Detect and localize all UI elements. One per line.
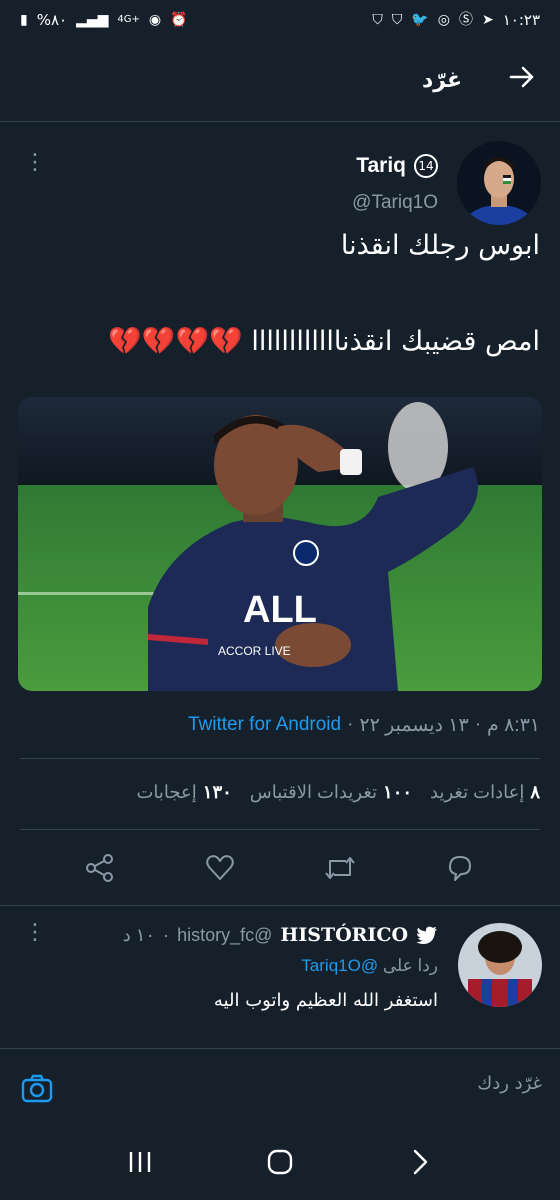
- reply-input[interactable]: غرّد ردك: [477, 1073, 542, 1094]
- reply-button[interactable]: [440, 848, 480, 888]
- more-options-icon[interactable]: ⋮: [24, 152, 46, 174]
- retweet-button[interactable]: [320, 848, 360, 888]
- home-icon: [267, 1149, 293, 1175]
- signal-icon: ▂▄▆: [76, 12, 109, 28]
- quotes-stat[interactable]: ١٠٠تغريدات الاقتباس: [250, 782, 412, 803]
- twitter-bird-icon: [416, 926, 437, 944]
- retweet-icon: [325, 857, 355, 879]
- tweet-meta: ٨:٣١ م · ١٣ ديسمبر ٢٢ · Twitter for Andr…: [188, 714, 540, 737]
- status-time: ١٠:٢٣: [502, 11, 540, 29]
- reply-compose-bar: غرّد ردك: [0, 1048, 560, 1128]
- reply-author-avatar[interactable]: [458, 923, 542, 1007]
- reply-avatar-image: [458, 923, 542, 1007]
- comment-icon: [449, 856, 471, 881]
- app-s-icon: Ⓢ: [458, 12, 473, 28]
- author-avatar[interactable]: [457, 141, 541, 225]
- status-right: ⛉ ⛉ 🐦 ◎ Ⓢ ➤ ١٠:٢٣: [372, 11, 540, 29]
- shield-icon: ⛉: [372, 12, 383, 28]
- badge-icon: 14: [414, 154, 438, 178]
- svg-text:ALL: ALL: [243, 589, 317, 631]
- reply-author-name[interactable]: HISTÓRICO: [280, 924, 408, 946]
- twitter-bird-icon: 🐦: [411, 12, 429, 28]
- status-bar: ▮ %٨٠ ▂▄▆ 4G+ ◉ ⏰ ⛉ ⛉ 🐦 ◎ Ⓢ ➤ ١٠:٢٣: [0, 0, 560, 40]
- likes-stat[interactable]: ١٣٠إعجابات: [136, 782, 231, 803]
- meta-divider: [20, 758, 540, 759]
- replying-mention-link[interactable]: @Tariq1O: [301, 956, 378, 975]
- recents-icon: [129, 1152, 151, 1172]
- recent-apps-button[interactable]: [125, 1147, 155, 1181]
- tweet-source-link[interactable]: Twitter for Android: [188, 714, 341, 737]
- tweet-text-line2: امص قضيبك انقذناااااااااااا 💔💔💔💔: [20, 324, 540, 359]
- actions-divider: [0, 905, 560, 906]
- meta-separator: ·: [347, 714, 354, 735]
- tweet-text-line1: ابوس رجلك انقذنا: [340, 230, 540, 261]
- tweet-media-image[interactable]: ALL ACCOR LIVE: [18, 397, 542, 691]
- chevron-right-icon: [413, 1149, 428, 1175]
- author-handle[interactable]: @Tariq1O: [352, 192, 438, 214]
- reply-header: HISTÓRICO @history_fc · ١٠ د: [123, 924, 438, 946]
- arrow-right-icon: [509, 66, 534, 88]
- tweet-time: ٨:٣١ م: [487, 715, 540, 736]
- battery-icon: ▮: [20, 12, 28, 28]
- svg-text:ACCOR LIVE: ACCOR LIVE: [218, 644, 291, 658]
- alarm-icon: ⏰: [170, 12, 188, 28]
- home-button[interactable]: [265, 1147, 295, 1181]
- heart-icon: [206, 855, 234, 880]
- share-icon: [86, 854, 113, 882]
- status-left: ▮ %٨٠ ▂▄▆ 4G+ ◉ ⏰: [20, 11, 188, 29]
- camera-app-icon: ◎: [437, 12, 450, 28]
- author-name[interactable]: Tariq: [356, 154, 406, 178]
- back-arrow-icon[interactable]: [508, 63, 536, 97]
- header-divider: [0, 121, 560, 122]
- share-button[interactable]: [80, 848, 120, 888]
- reply-more-options-icon[interactable]: ⋮: [24, 922, 46, 944]
- top-app-bar: غرّد: [0, 52, 560, 108]
- media-photo: ALL ACCOR LIVE: [18, 397, 542, 691]
- network-type: 4G+: [117, 14, 140, 25]
- tweet-date: ١٣ ديسمبر ٢٢: [359, 715, 469, 736]
- tweet-text-body: امص قضيبك انقذناااااااااااا: [251, 326, 540, 357]
- reply-time: ١٠ د: [122, 924, 156, 945]
- broken-hearts-emoji: 💔💔💔💔: [108, 326, 243, 357]
- camera-icon: [21, 1074, 53, 1103]
- telegram-icon: ➤: [481, 12, 494, 28]
- system-navigation-bar: [0, 1128, 560, 1200]
- system-back-button[interactable]: [405, 1147, 435, 1181]
- reply-text: استغفر الله العظيم واتوب اليه: [213, 990, 438, 1011]
- stats-divider: [20, 829, 540, 830]
- camera-button[interactable]: [20, 1071, 54, 1105]
- meta-separator: ·: [474, 714, 482, 735]
- tweet-actions: [0, 845, 560, 891]
- hotspot-icon: ◉: [148, 12, 162, 28]
- meta-separator: ·: [163, 924, 170, 945]
- like-button[interactable]: [200, 848, 240, 888]
- page-title: غرّد: [421, 67, 462, 93]
- shield-icon: ⛉: [391, 12, 403, 28]
- reply-author-handle[interactable]: @history_fc: [177, 925, 272, 946]
- retweets-stat[interactable]: ٨إعادات تغريد: [430, 782, 540, 803]
- replying-prefix: ردا على: [382, 956, 438, 975]
- battery-level: %٨٠: [36, 11, 68, 29]
- tweet-stats: ٨إعادات تغريد ١٠٠تغريدات الاقتباس ١٣٠إعج…: [136, 782, 540, 803]
- replying-to: ردا على @Tariq1O: [301, 956, 438, 976]
- author-name-row: Tariq 14: [356, 154, 438, 178]
- avatar-image: [457, 141, 541, 225]
